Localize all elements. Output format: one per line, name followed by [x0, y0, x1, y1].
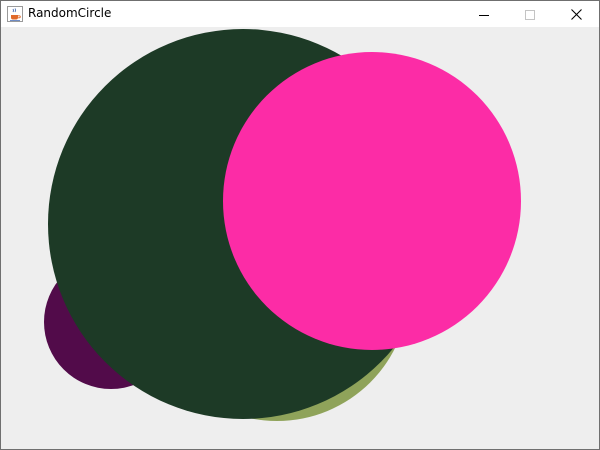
window-title: RandomCircle — [28, 6, 112, 20]
java-cup-icon[interactable] — [7, 6, 23, 22]
minimize-icon — [479, 5, 489, 24]
circle-pink — [223, 52, 521, 350]
close-icon — [570, 5, 582, 24]
maximize-button[interactable] — [507, 1, 553, 27]
close-button[interactable] — [553, 1, 599, 27]
circle-drawing — [5, 27, 595, 445]
drawing-canvas — [5, 27, 595, 445]
title-bar[interactable]: RandomCircle — [1, 1, 599, 27]
app-window: RandomCircle — [0, 0, 600, 450]
minimize-button[interactable] — [461, 1, 507, 27]
maximize-icon — [525, 5, 535, 24]
